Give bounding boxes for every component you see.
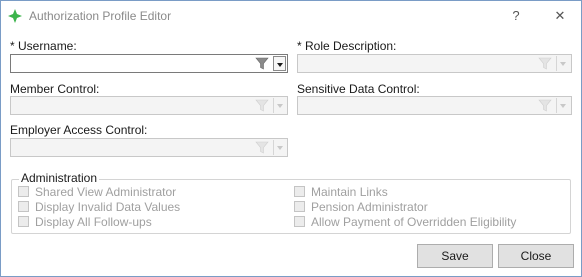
member-control-dropdown-arrow[interactable]	[273, 98, 286, 113]
employer-access-control-dropdown-arrow[interactable]	[273, 140, 286, 155]
green-star-icon	[8, 9, 22, 23]
authorization-profile-editor-dialog: Authorization Profile Editor ? ✕ * Usern…	[0, 0, 582, 277]
save-button[interactable]: Save	[417, 244, 493, 268]
role-description-label: * Role Description:	[297, 39, 397, 53]
sensitive-data-control-label: Sensitive Data Control:	[297, 82, 420, 96]
close-window-button[interactable]: ✕	[550, 7, 570, 25]
filter-icon	[255, 141, 269, 154]
username-value[interactable]	[13, 56, 247, 71]
administration-group-title: Administration	[19, 171, 100, 185]
sensitive-data-control-combo[interactable]	[297, 96, 572, 115]
member-control-combo[interactable]	[10, 96, 288, 115]
window-title: Authorization Profile Editor	[29, 9, 172, 23]
checkbox-label: Allow Payment of Overridden Eligibility	[311, 215, 517, 229]
role-description-combo[interactable]	[297, 54, 572, 73]
checkbox-label: Shared View Administrator	[35, 185, 177, 199]
title-bar: Authorization Profile Editor ? ✕	[1, 1, 581, 31]
filter-icon	[538, 57, 552, 70]
checkbox-box[interactable]	[18, 201, 29, 212]
checkbox-box[interactable]	[294, 186, 305, 197]
help-button[interactable]: ?	[506, 7, 526, 25]
sensitive-data-control-dropdown-arrow[interactable]	[556, 98, 569, 113]
filter-icon	[255, 99, 269, 112]
role-description-dropdown-arrow[interactable]	[556, 56, 569, 71]
close-button[interactable]: Close	[498, 244, 574, 268]
username-combo[interactable]	[10, 54, 288, 73]
employer-access-control-combo[interactable]	[10, 138, 288, 157]
employer-access-control-label: Employer Access Control:	[10, 123, 148, 137]
sensitive-data-control-value	[300, 98, 531, 113]
member-control-label: Member Control:	[10, 82, 100, 96]
checkbox-box[interactable]	[294, 201, 305, 212]
checkbox-box[interactable]	[18, 216, 29, 227]
checkbox-box[interactable]	[18, 186, 29, 197]
employer-access-control-value	[13, 140, 247, 155]
checkbox-label: Display All Follow-ups	[35, 215, 152, 229]
filter-icon	[538, 99, 552, 112]
role-description-value	[300, 56, 531, 71]
checkbox-box[interactable]	[294, 216, 305, 227]
username-label: * Username:	[10, 39, 77, 53]
checkbox-label: Pension Administrator	[311, 200, 428, 214]
checkbox-label: Maintain Links	[311, 185, 388, 199]
checkbox-label: Display Invalid Data Values	[35, 200, 181, 214]
member-control-value	[13, 98, 247, 113]
filter-icon[interactable]	[255, 57, 269, 70]
username-dropdown-arrow[interactable]	[273, 56, 286, 71]
